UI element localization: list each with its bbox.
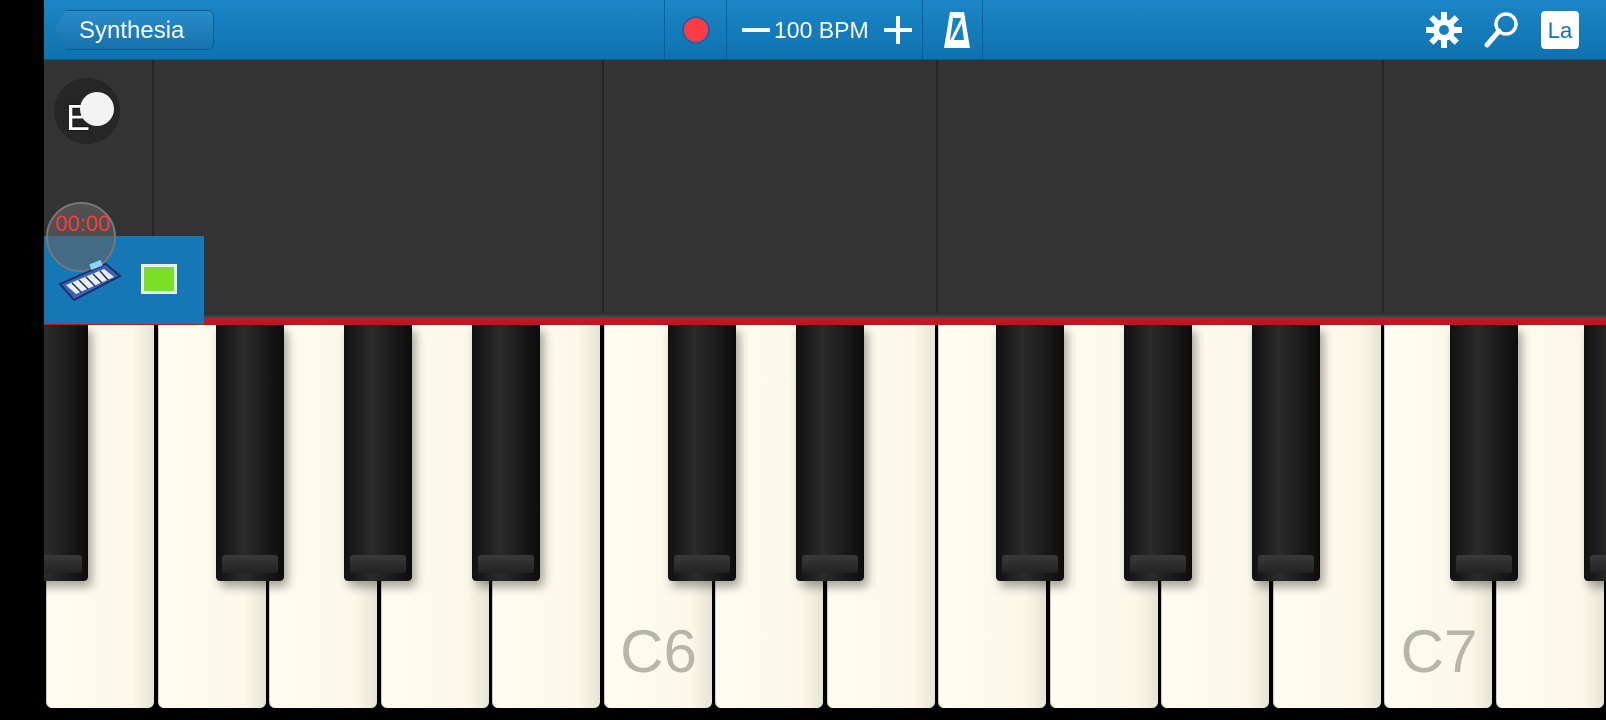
timer-text: 00:00 xyxy=(55,211,111,236)
top-bar: Synthesia 100 BPM La xyxy=(44,0,1606,60)
divider xyxy=(726,0,727,59)
black-key[interactable] xyxy=(796,325,864,581)
bar-line xyxy=(602,60,604,315)
back-button[interactable]: Synthesia xyxy=(54,10,214,50)
key-label: C7 xyxy=(1400,618,1478,685)
black-key[interactable] xyxy=(996,325,1064,581)
black-key[interactable] xyxy=(344,325,412,581)
bar-line xyxy=(1382,60,1384,315)
minus-icon[interactable] xyxy=(740,10,772,50)
black-key[interactable] xyxy=(472,325,540,581)
plus-icon[interactable] xyxy=(882,10,914,50)
note-label-toggle-button[interactable]: La xyxy=(1541,11,1579,49)
keyboard-icon[interactable] xyxy=(56,258,122,306)
black-key[interactable] xyxy=(1124,325,1192,581)
metronome-icon[interactable] xyxy=(942,10,972,50)
black-key[interactable] xyxy=(216,325,284,581)
hand-toggle-switch[interactable]: E xyxy=(54,78,120,144)
toggle-knob xyxy=(80,92,114,126)
divider xyxy=(664,0,665,59)
record-icon[interactable] xyxy=(682,16,710,44)
bar-line xyxy=(936,60,938,315)
divider xyxy=(922,0,923,59)
black-key[interactable] xyxy=(1450,325,1518,581)
search-icon[interactable] xyxy=(1482,10,1522,50)
synthesia-app: Synthesia 100 BPM La E 00:00 C6 C7 xyxy=(44,0,1606,720)
hit-line xyxy=(44,318,1606,325)
note-area xyxy=(44,60,1606,315)
divider xyxy=(982,0,983,59)
gear-icon[interactable] xyxy=(1424,10,1464,50)
black-key[interactable] xyxy=(1252,325,1320,581)
track-color-swatch[interactable] xyxy=(141,264,177,294)
black-key[interactable] xyxy=(668,325,736,581)
key-label: C6 xyxy=(620,618,697,685)
bpm-display: 100 BPM xyxy=(774,17,869,43)
piano-keyboard: C6 C7 xyxy=(44,325,1606,710)
black-key[interactable] xyxy=(1584,325,1606,581)
black-key[interactable] xyxy=(44,325,88,581)
